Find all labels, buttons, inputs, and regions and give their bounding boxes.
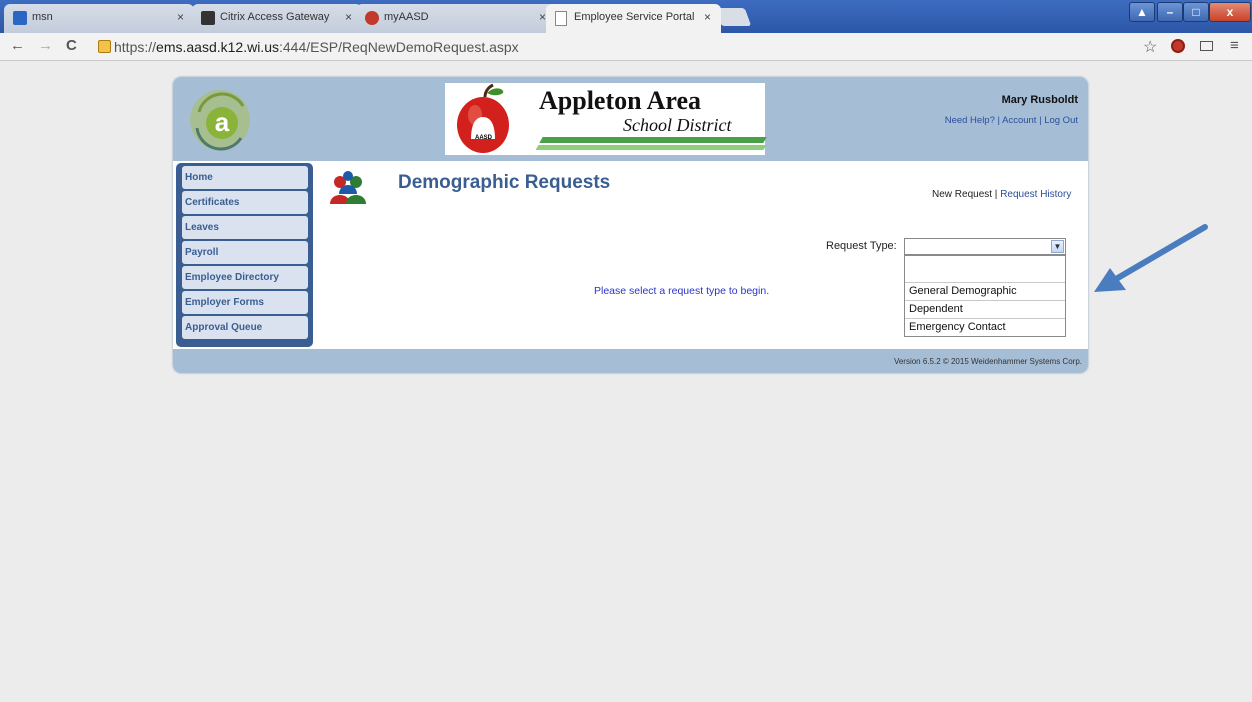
- header-links: Need Help? | Account | Log Out: [944, 115, 1078, 126]
- back-arrow-icon[interactable]: ←: [10, 37, 25, 54]
- banner-title: Appleton Area: [539, 86, 702, 115]
- log-out-link[interactable]: Log Out: [1044, 115, 1078, 126]
- close-icon[interactable]: ×: [539, 10, 546, 24]
- citrix-icon: [201, 11, 215, 25]
- people-group-icon: [330, 171, 366, 204]
- page-icon: [555, 11, 567, 26]
- menu-icon[interactable]: ≡: [1230, 37, 1239, 54]
- page-title: Demographic Requests: [398, 172, 611, 193]
- tab-msn[interactable]: msn ×: [4, 4, 194, 33]
- address-bar[interactable]: https://ems.aasd.k12.wi.us:444/ESP/ReqNe…: [94, 37, 1154, 57]
- sidebar-item-approval-queue[interactable]: Approval Queue: [182, 316, 308, 339]
- banner-badge: AASD: [475, 135, 493, 141]
- browser-toolbar: ← → C https://ems.aasd.k12.wi.us:444/ESP…: [0, 33, 1252, 61]
- version-text: Version 6.5.2 © 2015 Weidenhammer System…: [893, 357, 1082, 366]
- sidebar-item-payroll[interactable]: Payroll: [182, 241, 308, 264]
- sidebar-item-leaves[interactable]: Leaves: [182, 216, 308, 239]
- banner-stripe: [539, 137, 767, 143]
- aasd-banner-logo: AASD Appleton Area School District: [445, 83, 767, 155]
- forward-arrow-icon[interactable]: →: [38, 37, 53, 54]
- sidebar-item-employer-forms[interactable]: Employer Forms: [182, 291, 308, 314]
- myaasd-icon: [365, 11, 379, 25]
- close-icon[interactable]: ×: [177, 10, 184, 24]
- request-type-select[interactable]: ▼: [904, 238, 1066, 255]
- tab-label: myAASD: [384, 11, 429, 23]
- sidebar-item-certificates[interactable]: Certificates: [182, 191, 308, 214]
- annotation-arrow-icon: [1094, 224, 1208, 292]
- url-host: ems.aasd.k12.wi.us: [156, 39, 279, 55]
- msn-icon: [13, 11, 27, 25]
- user-profile-button[interactable]: ▲: [1129, 2, 1155, 22]
- portal-footer: Version 6.5.2 © 2015 Weidenhammer System…: [173, 349, 1088, 373]
- sidebar-nav: Home Certificates Leaves Payroll Employe…: [176, 163, 313, 347]
- user-name: Mary Rusboldt: [1001, 94, 1078, 106]
- tab-label: msn: [32, 11, 53, 23]
- apple-bell-icon: [457, 83, 509, 153]
- option-emergency-contact[interactable]: Emergency Contact: [905, 318, 1065, 336]
- browser-tab-strip: msn × Citrix Access Gateway × myAASD × E…: [0, 0, 1252, 33]
- bookmark-star-icon[interactable]: ☆: [1143, 37, 1157, 57]
- request-type-label: Request Type:: [826, 240, 897, 252]
- sidebar-item-employee-directory[interactable]: Employee Directory: [182, 266, 308, 289]
- svg-text:a: a: [215, 107, 230, 137]
- tab-citrix[interactable]: Citrix Access Gateway ×: [192, 4, 362, 33]
- new-request-link[interactable]: New Request: [932, 189, 992, 200]
- empty-state-message: Please select a request type to begin.: [594, 285, 770, 297]
- cast-icon[interactable]: [1200, 41, 1213, 51]
- account-link[interactable]: Account: [1002, 115, 1036, 126]
- url-scheme: https://: [114, 39, 157, 55]
- chevron-down-icon[interactable]: ▼: [1051, 240, 1064, 253]
- close-window-button[interactable]: x: [1209, 2, 1251, 22]
- tab-label: Citrix Access Gateway: [220, 11, 330, 23]
- minimize-button[interactable]: –: [1157, 2, 1183, 22]
- tab-employee-service-portal[interactable]: Employee Service Portal ×: [546, 4, 721, 33]
- banner-stripe: [535, 145, 767, 150]
- request-history-link[interactable]: Request History: [1000, 189, 1071, 200]
- request-links: New Request | Request History: [932, 189, 1072, 200]
- close-icon[interactable]: ×: [345, 10, 352, 24]
- banner-subtitle: School District: [623, 115, 732, 135]
- option-dependent[interactable]: Dependent: [905, 300, 1065, 318]
- request-type-dropdown: General Demographic Dependent Emergency …: [904, 255, 1066, 337]
- url-path: :444/ESP/ReqNewDemoRequest.aspx: [278, 39, 519, 55]
- need-help-link[interactable]: Need Help?: [945, 115, 995, 126]
- tab-label: Employee Service Portal: [574, 11, 695, 23]
- close-icon[interactable]: ×: [704, 10, 711, 24]
- portal-container: a AASD Appleton Area School District Mar…: [173, 77, 1088, 373]
- option-general-demographic[interactable]: General Demographic: [905, 282, 1065, 300]
- option-blank[interactable]: [905, 256, 1065, 274]
- adblock-icon[interactable]: [1171, 39, 1185, 53]
- tab-myaasd[interactable]: myAASD ×: [356, 4, 556, 33]
- sidebar-item-home[interactable]: Home: [182, 166, 308, 189]
- maximize-button[interactable]: □: [1183, 2, 1209, 22]
- employee-service-portal-logo: a: [190, 90, 250, 151]
- reload-icon[interactable]: C: [66, 37, 77, 54]
- portal-header: a AASD Appleton Area School District Mar…: [173, 77, 1088, 161]
